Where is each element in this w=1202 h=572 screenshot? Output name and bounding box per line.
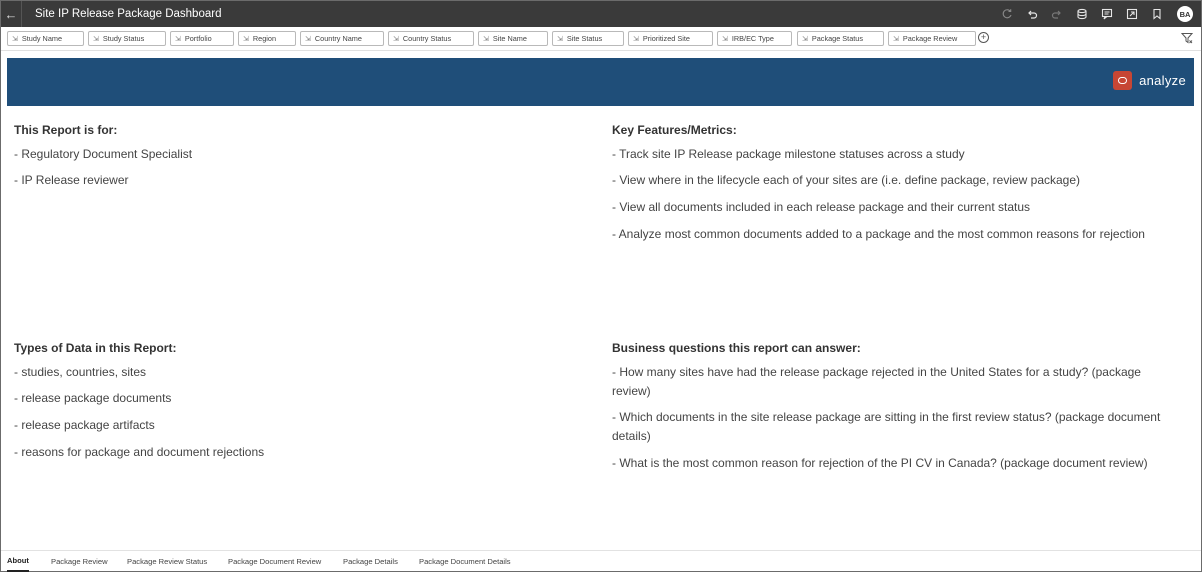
- filter-country-status[interactable]: ⇲ Country Status: [388, 31, 474, 46]
- add-filter-button[interactable]: +: [978, 32, 989, 43]
- title-toolbar: BA: [994, 1, 1193, 27]
- dashboard-title: Site IP Release Package Dashboard: [35, 8, 222, 20]
- list-item: - How many sites have had the release pa…: [612, 364, 1141, 398]
- filter-label: IRB/EC Type: [731, 34, 774, 43]
- filter-portfolio[interactable]: ⇲ Portfolio: [170, 31, 234, 46]
- pin-icon: ⇲: [393, 35, 399, 43]
- filter-irb-ec-type[interactable]: ⇲ IRB/EC Type: [717, 31, 792, 46]
- list-item: - What is the most common reason for rej…: [612, 456, 1148, 471]
- section-audience: This Report is for: - Regulatory Documen…: [14, 123, 574, 190]
- back-button[interactable]: ←: [1, 1, 21, 27]
- filter-label: Region: [252, 34, 276, 43]
- title-separator: [21, 1, 22, 27]
- filter-label: Package Review: [902, 34, 958, 43]
- user-avatar[interactable]: BA: [1177, 6, 1193, 22]
- filter-region[interactable]: ⇲ Region: [238, 31, 296, 46]
- filter-prioritized-site[interactable]: ⇲ Prioritized Site: [628, 31, 713, 46]
- brand: analyze: [1113, 71, 1186, 90]
- section-heading: Key Features/Metrics:: [612, 123, 737, 137]
- filter-study-name[interactable]: ⇲ Study Name: [7, 31, 84, 46]
- section-heading: This Report is for:: [14, 123, 118, 137]
- filter-site-status[interactable]: ⇲ Site Status: [552, 31, 624, 46]
- filter-funnel-icon[interactable]: [1181, 32, 1193, 44]
- list-item: - View where in the lifecycle each of yo…: [612, 173, 1081, 188]
- canvas-tab-bar: About Package Review Package Review Stat…: [1, 550, 1201, 572]
- list-item: - Analyze most common documents added to…: [612, 226, 1145, 241]
- list-item: - release package documents: [14, 391, 172, 406]
- brand-text: analyze: [1139, 73, 1186, 88]
- filter-label: Country Name: [314, 34, 362, 43]
- features-list: - Track site IP Release package mileston…: [612, 145, 1192, 244]
- filter-label: Study Name: [21, 34, 63, 43]
- filter-label: Study Status: [102, 34, 145, 43]
- filter-site-name[interactable]: ⇲ Site Name: [478, 31, 548, 46]
- list-item: - View all documents included in each re…: [612, 200, 1031, 215]
- filter-package-review[interactable]: ⇲ Package Review: [888, 31, 976, 46]
- oracle-logo-icon: [1113, 71, 1133, 90]
- data-button[interactable]: [1069, 1, 1094, 27]
- pin-icon: ⇲: [93, 35, 99, 43]
- pin-icon: ⇲: [557, 35, 563, 43]
- tab-package-review-status[interactable]: Package Review Status: [127, 551, 207, 572]
- tab-package-document-review[interactable]: Package Document Review: [228, 551, 321, 572]
- section-key-features: Key Features/Metrics: - Track site IP Re…: [612, 123, 1192, 244]
- filter-label: Prioritized Site: [642, 34, 690, 43]
- filter-package-status[interactable]: ⇲ Package Status: [797, 31, 884, 46]
- comment-icon: [1101, 8, 1112, 20]
- refresh-icon: [1002, 9, 1012, 19]
- tab-package-details[interactable]: Package Details: [343, 551, 398, 572]
- pin-icon: ⇲: [893, 35, 899, 43]
- pin-icon: ⇲: [483, 35, 489, 43]
- pin-icon: ⇲: [305, 35, 311, 43]
- bookmark-icon: [1152, 8, 1161, 20]
- filter-bar: ⇲ Study Name ⇲ Study Status ⇲ Portfolio ⇲ Re…: [1, 27, 1201, 51]
- undo-icon: [1027, 10, 1037, 19]
- pin-icon: ⇲: [722, 35, 728, 43]
- datatypes-list: - studies, countries, sites - release pa…: [14, 363, 574, 462]
- list-item: - Regulatory Document Specialist: [14, 146, 193, 161]
- section-data-types: Types of Data in this Report: - studies,…: [14, 341, 574, 462]
- section-heading: Business questions this report can answe…: [612, 341, 861, 355]
- redo-button[interactable]: [1044, 1, 1069, 27]
- filter-label: Portfolio: [184, 34, 212, 43]
- title-bar: ← Site IP Release Package Dashboard BA: [1, 1, 1201, 27]
- filter-label: Package Status: [811, 34, 863, 43]
- pin-icon: ⇲: [243, 35, 249, 43]
- refresh-button[interactable]: [994, 1, 1019, 27]
- list-item: - release package artifacts: [14, 418, 155, 433]
- filter-label: Site Status: [566, 34, 603, 43]
- comment-button[interactable]: [1094, 1, 1119, 27]
- redo-icon: [1051, 10, 1061, 19]
- bookmark-button[interactable]: [1144, 1, 1169, 27]
- header-banner: analyze: [7, 58, 1194, 106]
- filter-label: Country Status: [402, 34, 452, 43]
- data-icon: [1076, 8, 1087, 20]
- list-item: - Which documents in the site release pa…: [612, 410, 1161, 444]
- undo-button[interactable]: [1019, 1, 1044, 27]
- present-icon: [1126, 8, 1137, 20]
- pin-icon: ⇲: [802, 35, 808, 43]
- pin-icon: ⇲: [633, 35, 639, 43]
- pin-icon: ⇲: [12, 35, 18, 43]
- tab-package-document-details[interactable]: Package Document Details: [419, 551, 511, 572]
- filter-country-name[interactable]: ⇲ Country Name: [300, 31, 384, 46]
- section-heading: Types of Data in this Report:: [14, 341, 177, 355]
- audience-list: - Regulatory Document Specialist - IP Re…: [14, 145, 574, 191]
- filter-study-status[interactable]: ⇲ Study Status: [88, 31, 166, 46]
- tab-about[interactable]: About: [7, 551, 29, 572]
- tab-package-review[interactable]: Package Review: [51, 551, 108, 572]
- arrow-left-icon: ←: [4, 6, 18, 22]
- list-item: - IP Release reviewer: [14, 173, 129, 188]
- section-business-questions: Business questions this report can answe…: [612, 341, 1172, 473]
- present-button[interactable]: [1119, 1, 1144, 27]
- pin-icon: ⇲: [175, 35, 181, 43]
- list-item: - reasons for package and document rejec…: [14, 444, 265, 459]
- questions-list: - How many sites have had the release pa…: [612, 363, 1172, 473]
- list-item: - studies, countries, sites: [14, 364, 147, 379]
- filter-label: Site Name: [492, 34, 527, 43]
- list-item: - Track site IP Release package mileston…: [612, 146, 965, 161]
